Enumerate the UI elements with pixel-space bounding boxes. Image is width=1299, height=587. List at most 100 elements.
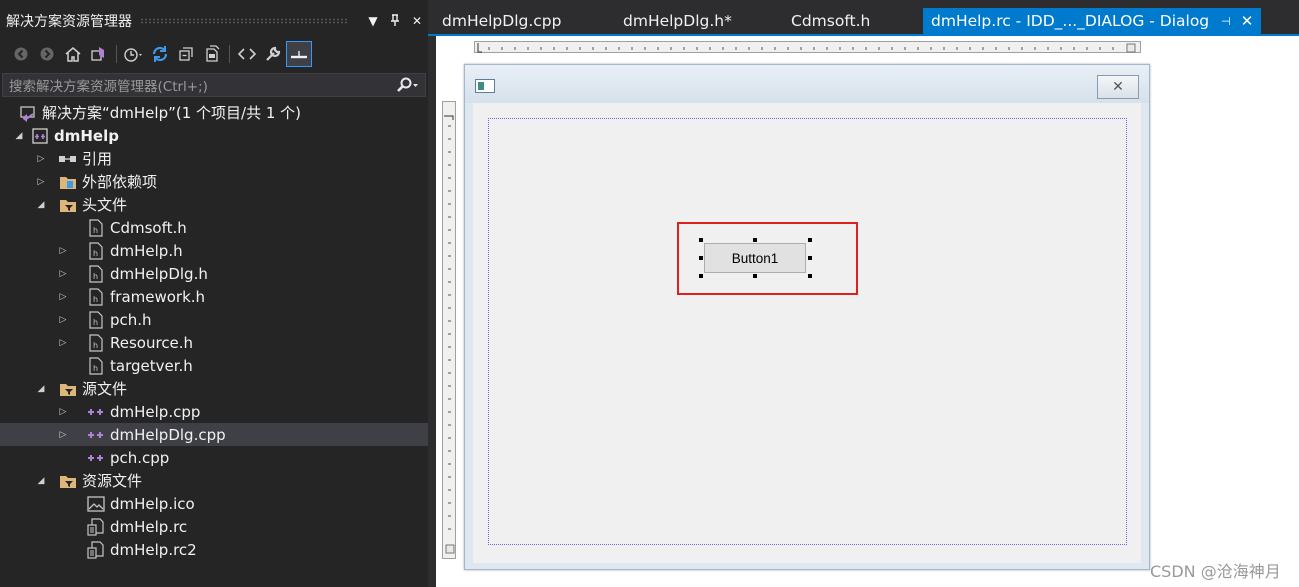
resize-handle[interactable] [808,274,812,278]
search-icon[interactable] [391,77,425,93]
resource-file-icon [86,517,106,537]
tree-item-file[interactable]: h Cdmsoft.h [0,216,428,239]
tree-item-file[interactable]: dmHelp.rc2 [0,538,428,561]
tree-item-source-files[interactable]: ◢ 源文件 [0,377,428,400]
resize-handle[interactable] [753,274,757,278]
dialog-close-button[interactable]: ✕ [1097,75,1139,99]
tree-item-label: 资源文件 [82,472,143,490]
tab-dmhelpdlg-h[interactable]: dmHelpDlg.h* [615,8,740,34]
resize-handle[interactable] [808,256,812,260]
solution-explorer-toolbar [0,40,428,68]
button1-control[interactable]: Button1 [704,243,806,273]
tree-item-file[interactable]: ▷ dmHelp.cpp [0,400,428,423]
tree-item-references[interactable]: ▷ 引用 [0,147,428,170]
horizontal-ruler[interactable] [474,41,1141,53]
tree-item-label: dmHelp.cpp [110,402,201,421]
dropdown-icon[interactable]: ▼ [362,14,384,28]
cpp-file-icon [86,402,106,422]
collapsed-arrow-icon[interactable]: ▷ [34,147,48,170]
cpp-project-icon [30,126,50,146]
tree-item-resource-files[interactable]: ◢ 资源文件 [0,469,428,492]
svg-text:h: h [93,249,98,258]
vertical-ruler[interactable] [442,101,456,559]
title-grip[interactable] [140,18,348,24]
preview-selected-icon[interactable] [286,41,312,67]
pending-changes-icon[interactable] [121,41,147,67]
pin-icon[interactable] [384,13,406,29]
tree-item-external-dependencies[interactable]: ▷ 外部依赖项 [0,170,428,193]
toolbar-separator [116,45,117,63]
tree-item-label: dmHelp.h [110,241,183,260]
tab-close-icon[interactable]: ✕ [1241,12,1254,30]
expanded-arrow-icon[interactable]: ◢ [34,193,48,216]
collapsed-arrow-icon[interactable]: ▷ [56,262,70,285]
tree-item-project[interactable]: ◢ dmHelp [0,124,428,147]
tab-label: dmHelpDlg.h* [623,12,732,30]
toolbar-separator [229,45,230,63]
tree-item-file[interactable]: h targetver.h [0,354,428,377]
tab-cdmsoft-h[interactable]: Cdmsoft.h [783,8,878,34]
expanded-arrow-icon[interactable]: ◢ [12,124,26,147]
resize-handle[interactable] [753,238,757,242]
collapse-all-icon[interactable] [173,41,199,67]
watermark-text: CSDN @沧海神月 [1150,562,1281,581]
tree-item-file[interactable]: ▷ h pch.h [0,308,428,331]
resize-handle[interactable] [808,238,812,242]
svg-text:h: h [93,364,98,373]
collapsed-arrow-icon[interactable]: ▷ [34,170,48,193]
dialog-frame[interactable]: ✕ [464,64,1150,570]
tree-item-label: framework.h [110,287,206,306]
sync-icon[interactable] [147,41,173,67]
tree-item-header-files[interactable]: ◢ 头文件 [0,193,428,216]
solution-tree: 解决方案“dmHelp”(1 个项目/共 1 个) ◢ dmHelp ▷ 引用 [0,101,428,561]
tree-item-file[interactable]: dmHelp.ico [0,492,428,515]
tree-item-solution[interactable]: 解决方案“dmHelp”(1 个项目/共 1 个) [0,101,428,124]
close-icon[interactable]: ✕ [406,14,428,28]
header-file-icon: h [86,241,106,261]
tree-item-file-selected[interactable]: ▷ dmHelpDlg.cpp [0,423,428,446]
collapsed-arrow-icon[interactable]: ▷ [56,239,70,262]
solution-explorer-search[interactable]: 搜索解决方案资源管理器(Ctrl+;) [2,73,426,97]
tree-item-file[interactable]: ▷ h Resource.h [0,331,428,354]
home-icon[interactable] [60,41,86,67]
tree-item-file[interactable]: pch.cpp [0,446,428,469]
svg-text:h: h [93,341,98,350]
tree-item-label: targetver.h [110,356,193,375]
tree-item-label: 头文件 [82,196,128,214]
resize-handle[interactable] [699,274,703,278]
tree-item-file[interactable]: ▷ h framework.h [0,285,428,308]
expanded-arrow-icon[interactable]: ◢ [34,377,48,400]
tree-item-file[interactable]: dmHelp.rc [0,515,428,538]
tree-item-file[interactable]: ▷ h dmHelp.h [0,239,428,262]
cpp-file-icon [86,448,106,468]
header-file-icon: h [86,287,106,307]
resize-handle[interactable] [699,238,703,242]
collapsed-arrow-icon[interactable]: ▷ [56,423,70,446]
properties-icon[interactable] [260,41,286,67]
collapsed-arrow-icon[interactable]: ▷ [56,285,70,308]
references-icon [58,149,78,169]
forward-icon[interactable] [34,41,60,67]
tree-item-label: Cdmsoft.h [110,218,187,237]
svg-text:h: h [93,318,98,327]
collapsed-arrow-icon[interactable]: ▷ [56,400,70,423]
header-file-icon: h [86,333,106,353]
switch-views-icon[interactable] [86,41,112,67]
collapsed-arrow-icon[interactable]: ▷ [56,308,70,331]
tree-item-label: pch.h [110,310,152,329]
view-code-icon[interactable] [234,41,260,67]
collapsed-arrow-icon[interactable]: ▷ [56,331,70,354]
tab-dmhelpdlg-cpp[interactable]: dmHelpDlg.cpp [434,8,569,34]
back-icon[interactable] [8,41,34,67]
tree-item-label: dmHelp [54,126,119,145]
tab-dmhelp-rc-dialog[interactable]: dmHelp.rc - IDD_..._DIALOG - Dialog ⊣ ✕ [923,8,1262,34]
tab-pin-icon[interactable]: ⊣ [1221,15,1231,28]
show-all-files-icon[interactable] [199,41,225,67]
dialog-title-bar[interactable]: ✕ [465,65,1149,103]
expanded-arrow-icon[interactable]: ◢ [34,469,48,492]
tree-item-label: dmHelpDlg.cpp [110,425,226,444]
tree-item-file[interactable]: ▷ h dmHelpDlg.h [0,262,428,285]
resize-handle[interactable] [699,256,703,260]
